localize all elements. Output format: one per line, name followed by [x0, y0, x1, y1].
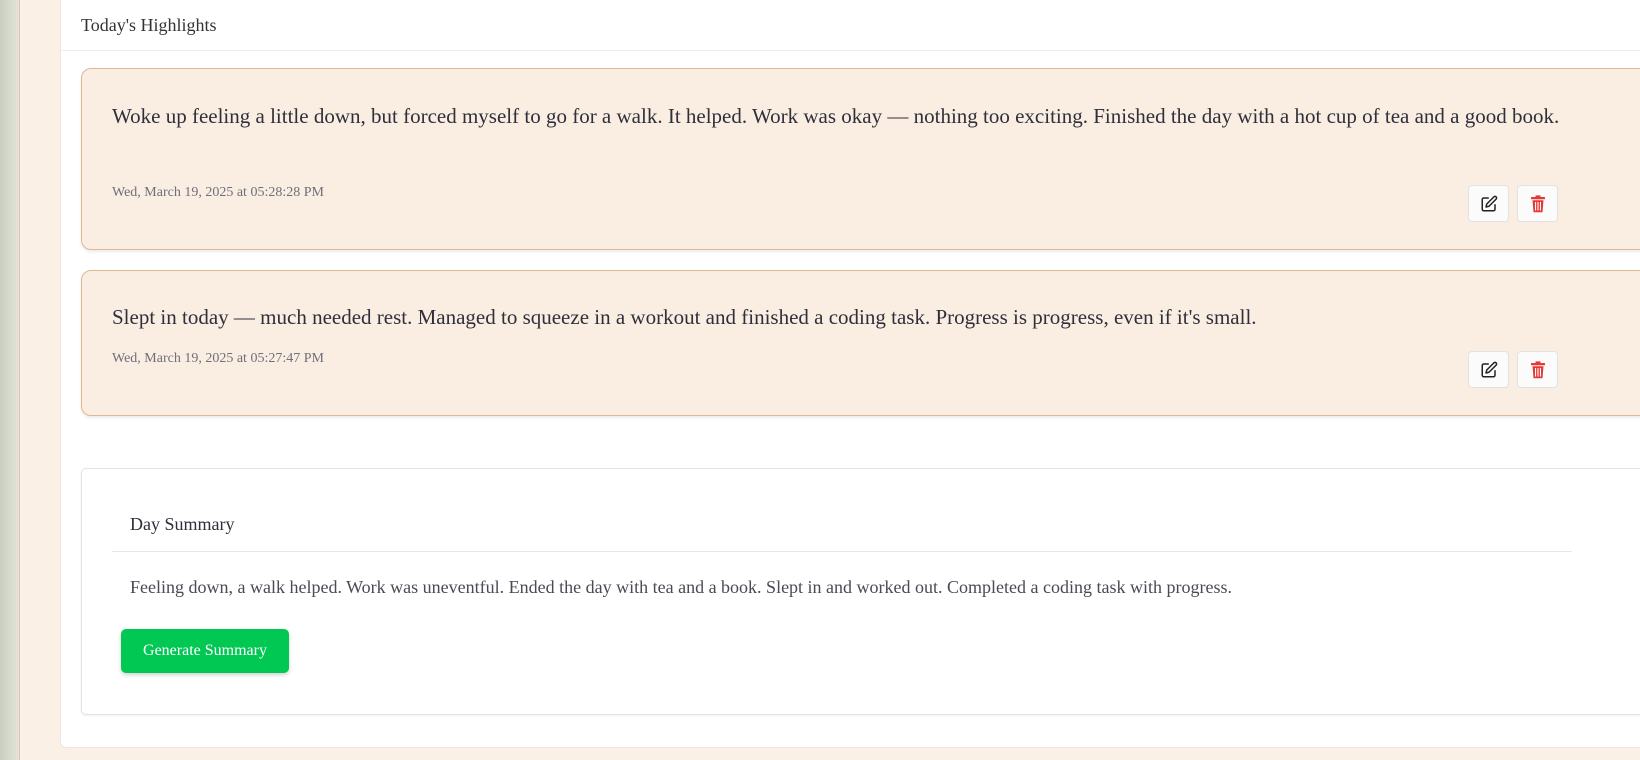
background-strip	[0, 0, 20, 760]
divider	[112, 551, 1572, 552]
delete-entry-button[interactable]	[1517, 351, 1558, 388]
entry-text: Woke up feeling a little down, but force…	[112, 104, 1560, 128]
pencil-square-icon	[1481, 361, 1497, 377]
summary-text: Feeling down, a walk helped. Work was un…	[130, 577, 1232, 597]
highlights-panel: Today's Highlights Woke up feeling a lit…	[60, 0, 1640, 748]
edit-entry-button[interactable]	[1468, 351, 1509, 388]
pencil-square-icon	[1481, 195, 1497, 211]
generate-summary-button[interactable]: Generate Summary	[121, 629, 289, 673]
day-summary-card: Day Summary Feeling down, a walk helped.…	[81, 468, 1640, 715]
journal-entry-card: Slept in today — much needed rest. Manag…	[81, 270, 1640, 416]
journal-entry-card: Woke up feeling a little down, but force…	[81, 68, 1640, 250]
page-margin	[20, 0, 60, 760]
delete-entry-button[interactable]	[1517, 185, 1558, 222]
summary-heading: Day Summary	[130, 514, 235, 534]
trash-icon	[1530, 360, 1545, 378]
edit-entry-button[interactable]	[1468, 185, 1509, 222]
panel-header: Today's Highlights	[61, 0, 1640, 51]
entry-timestamp: Wed, March 19, 2025 at 05:28:28 PM	[112, 185, 324, 200]
entry-text: Slept in today — much needed rest. Manag…	[112, 305, 1257, 329]
page-title: Today's Highlights	[81, 14, 217, 35]
trash-icon	[1530, 194, 1545, 212]
entry-timestamp: Wed, March 19, 2025 at 05:27:47 PM	[112, 351, 324, 366]
